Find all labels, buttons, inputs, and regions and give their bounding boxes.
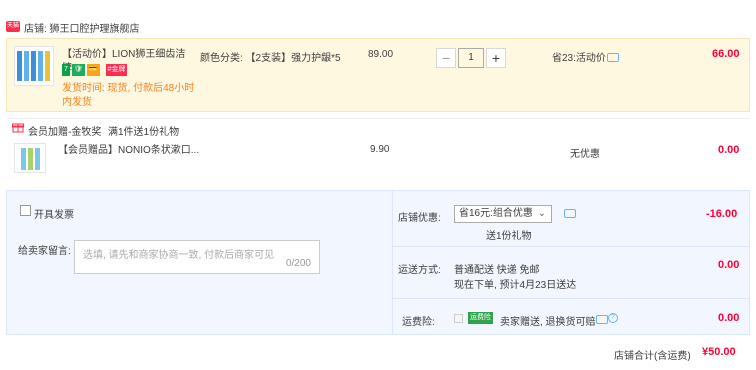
store-discount-select[interactable]: 省16元:组合优惠 ⌄ xyxy=(454,205,552,223)
remark-label: 给卖家留言: xyxy=(18,246,71,257)
chevron-down-icon: ⌄ xyxy=(537,208,546,219)
item-discount: 省23:活动价 xyxy=(552,53,606,64)
store-discount-note: 送1份礼物 xyxy=(486,231,532,242)
insurance-badge: 运费险 xyxy=(468,312,493,324)
gift-icon xyxy=(12,123,24,133)
chat-icon[interactable] xyxy=(607,53,619,62)
item-subtotal: 66.00 xyxy=(712,48,740,60)
item-tags: 7 🛡 💳 #金牌 xyxy=(62,63,129,76)
total-amount: ¥50.00 xyxy=(702,346,736,358)
store-discount-label: 店铺优惠: xyxy=(398,213,441,224)
gift-subtotal: 0.00 xyxy=(718,144,740,156)
insurance-desc: 卖家赠送, 退换货可赔 xyxy=(500,317,596,328)
chat-icon[interactable] xyxy=(596,315,608,324)
shipping-eta: 现在下单, 预计4月23日送达 xyxy=(454,280,577,291)
insurance-checkbox[interactable] xyxy=(454,314,463,323)
divider xyxy=(392,298,750,299)
item-sku: 颜色分类: 【2支装】强力护龈*5 xyxy=(200,53,341,64)
ship-time-line2: 内发货 xyxy=(62,97,92,108)
item-thumbnail[interactable] xyxy=(14,46,54,86)
gold-badge: #金牌 xyxy=(105,64,128,76)
mouthwash-icon xyxy=(21,148,40,170)
shipping-label: 运送方式: xyxy=(398,265,441,276)
seven-day-return-icon: 7 xyxy=(62,64,70,76)
chat-icon[interactable] xyxy=(564,209,576,218)
remark-placeholder: 选填, 请先和商家协商一致, 付款后商家可见 xyxy=(83,250,275,261)
help-icon[interactable]: ? xyxy=(608,313,618,323)
vertical-divider xyxy=(392,190,393,335)
divider xyxy=(392,246,750,247)
qty-minus-button[interactable]: − xyxy=(436,48,456,68)
invoice-label: 开具发票 xyxy=(34,210,74,221)
total-label: 店铺合计(含运费) xyxy=(614,351,691,362)
insurance-label: 运费险: xyxy=(402,317,435,328)
store-discount-amount: -16.00 xyxy=(706,208,738,220)
toothbrush-pack-icon xyxy=(17,51,50,81)
guarantee-icon: 🛡 xyxy=(71,64,85,76)
shipping-amount: 0.00 xyxy=(718,259,740,271)
gift-discount: 无优惠 xyxy=(570,149,600,160)
remark-counter: 0/200 xyxy=(285,258,311,269)
store-discount-value: 省16元:组合优惠 xyxy=(459,208,533,219)
shipping-method: 普通配送 快递 免邮 xyxy=(454,265,540,276)
credit-card-icon: 💳 xyxy=(86,64,100,76)
ship-time-line1: 发货时间: 现货, 付款后48小时 xyxy=(62,83,195,94)
tmall-badge: 天猫 xyxy=(6,21,20,32)
gift-label: 会员加赠-金牧奖 xyxy=(28,127,102,138)
store-name[interactable]: 店铺: 狮王口腔护理旗舰店 xyxy=(24,20,140,35)
qty-plus-button[interactable]: + xyxy=(486,48,506,68)
quantity-stepper: − 1 + xyxy=(436,48,508,70)
insurance-amount: 0.00 xyxy=(718,312,740,324)
gift-thumbnail[interactable] xyxy=(14,143,46,173)
gift-promo: 满1件送1份礼物 xyxy=(108,127,180,138)
gift-price: 9.90 xyxy=(370,144,390,155)
item-price: 89.00 xyxy=(368,49,394,60)
invoice-checkbox[interactable] xyxy=(20,205,31,216)
qty-input[interactable]: 1 xyxy=(458,48,484,68)
remark-textarea[interactable]: 选填, 请先和商家协商一致, 付款后商家可见 0/200 xyxy=(74,240,320,274)
gift-title[interactable]: 【会员赠品】NONIO条状漱口... xyxy=(58,144,199,158)
